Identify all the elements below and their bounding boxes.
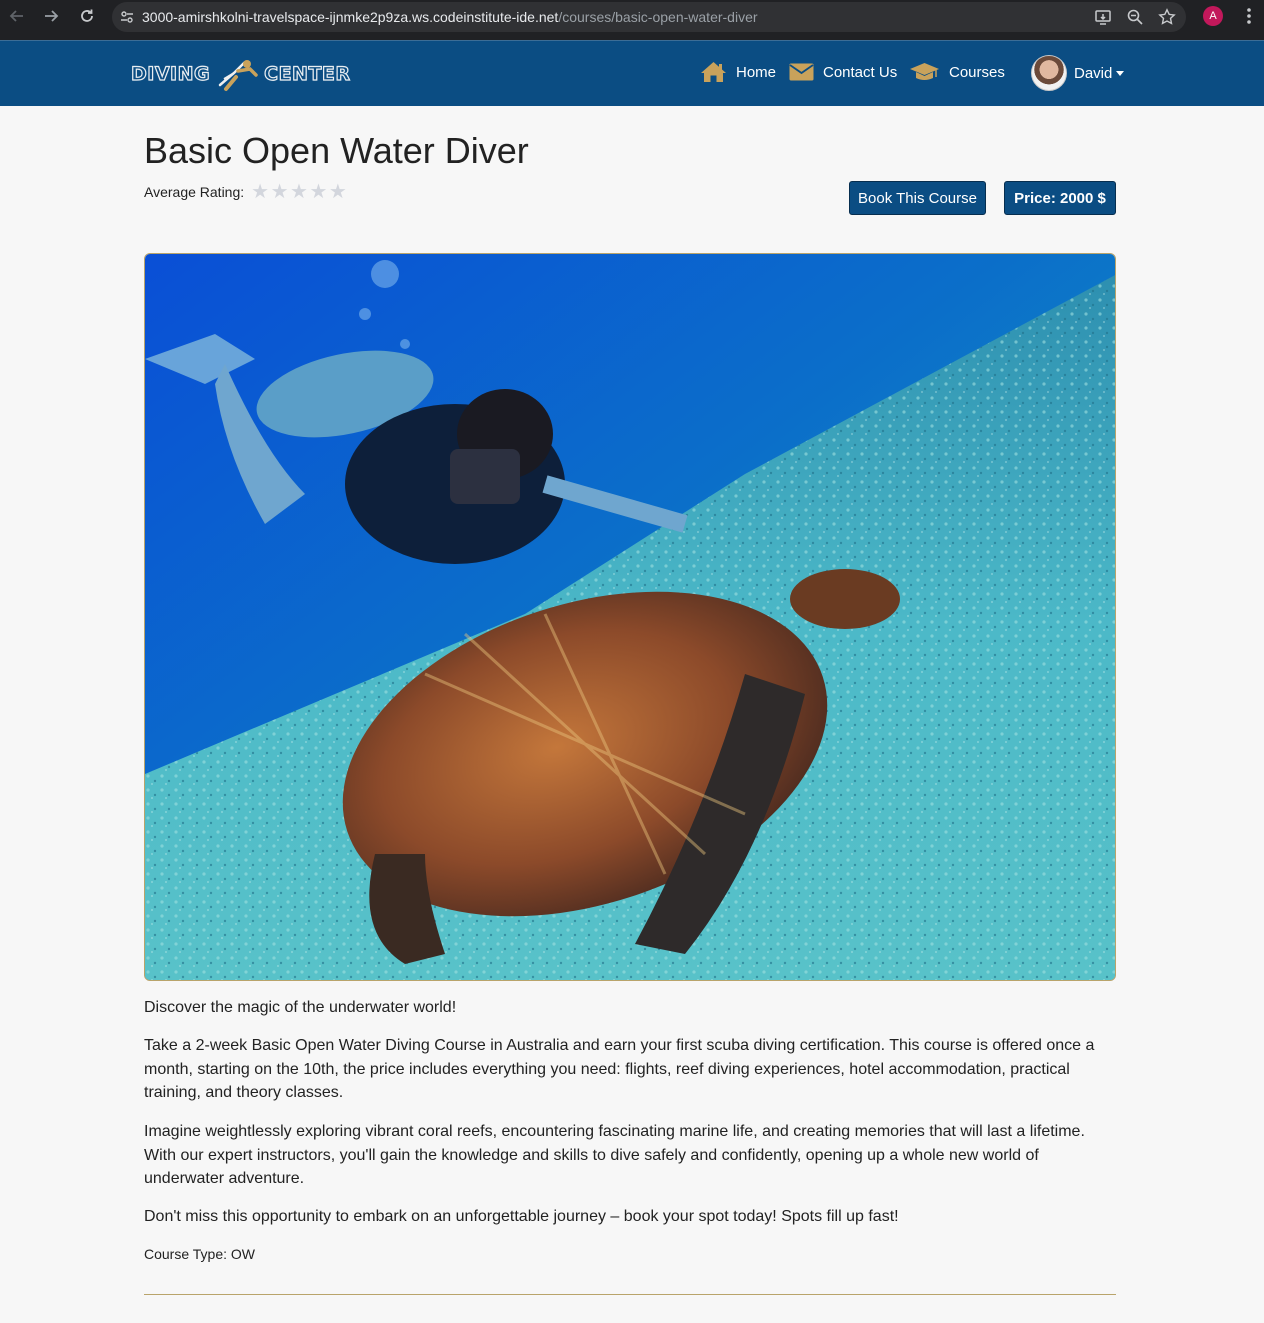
- star-icon[interactable]: ★: [290, 182, 308, 202]
- course-description-paragraph: Take a 2-week Basic Open Water Diving Co…: [144, 1037, 1095, 1101]
- reload-button[interactable]: [70, 0, 104, 32]
- site-navbar: DIVING CENTER Home Contact Us Courses Da…: [0, 40, 1264, 106]
- rating-stars[interactable]: ★ ★ ★ ★ ★: [251, 182, 348, 202]
- forward-button[interactable]: [34, 0, 68, 32]
- user-avatar: [1031, 55, 1067, 91]
- bookmark-star-icon[interactable]: [1158, 8, 1176, 26]
- star-icon[interactable]: ★: [309, 182, 327, 202]
- nav-home-label: Home: [736, 63, 777, 81]
- home-icon: [701, 62, 726, 82]
- brand-logo[interactable]: DIVING CENTER: [130, 55, 351, 93]
- graduation-cap-icon: [910, 63, 939, 80]
- star-icon[interactable]: ★: [329, 182, 347, 202]
- star-icon[interactable]: ★: [271, 182, 289, 202]
- address-bar[interactable]: 3000-amirshkolni-travelspace-ijnmke2p9za…: [112, 2, 1186, 32]
- profile-avatar[interactable]: A: [1203, 6, 1223, 26]
- reload-icon: [81, 9, 93, 22]
- nav-courses[interactable]: Courses: [909, 59, 1005, 85]
- price-button[interactable]: Price: 2000 $: [1004, 181, 1116, 215]
- arrow-right-icon: [45, 10, 59, 22]
- back-button[interactable]: [0, 0, 34, 32]
- rating-label: Average Rating:: [144, 184, 245, 200]
- nav-home[interactable]: Home: [700, 59, 776, 85]
- user-name: David: [1074, 64, 1113, 82]
- zoom-icon[interactable]: [1126, 8, 1144, 26]
- browser-toolbar: 3000-amirshkolni-travelspace-ijnmke2p9za…: [0, 0, 1264, 40]
- user-menu[interactable]: David: [1031, 55, 1125, 91]
- url-host: 3000-amirshkolni-travelspace-ijnmke2p9za…: [142, 9, 559, 25]
- install-app-icon[interactable]: [1094, 8, 1112, 26]
- page-title: Basic Open Water Diver: [144, 130, 529, 171]
- site-info-icon[interactable]: [112, 2, 142, 32]
- book-course-button[interactable]: Book This Course: [849, 181, 986, 215]
- divider: [144, 1294, 1116, 1295]
- brand-text-right: CENTER: [264, 62, 351, 85]
- envelope-icon: [789, 63, 814, 81]
- star-icon[interactable]: ★: [251, 182, 269, 202]
- course-description-cta: Don't miss this opportunity to embark on…: [144, 1208, 899, 1225]
- course-description-intro: Discover the magic of the underwater wor…: [144, 999, 457, 1016]
- course-type: Course Type: OW: [144, 1246, 256, 1262]
- nav-contact-us[interactable]: Contact Us: [789, 59, 897, 85]
- course-image: [144, 253, 1116, 981]
- chevron-down-icon: [1116, 71, 1125, 76]
- url-path: /courses/basic-open-water-diver: [558, 9, 758, 25]
- diver-logo-icon: [218, 60, 258, 91]
- average-rating: Average Rating: ★ ★ ★ ★ ★: [144, 182, 348, 202]
- nav-courses-label: Courses: [949, 63, 1005, 81]
- diver-turtle-photo: [145, 254, 1115, 980]
- url-text: 3000-amirshkolni-travelspace-ijnmke2p9za…: [142, 9, 758, 25]
- nav-contact-label: Contact Us: [823, 63, 898, 81]
- browser-menu-icon[interactable]: [1238, 5, 1260, 27]
- course-description-paragraph: Imagine weightlessly exploring vibrant c…: [144, 1123, 1085, 1187]
- brand-text-left: DIVING: [130, 62, 211, 85]
- arrow-left-icon: [9, 10, 23, 22]
